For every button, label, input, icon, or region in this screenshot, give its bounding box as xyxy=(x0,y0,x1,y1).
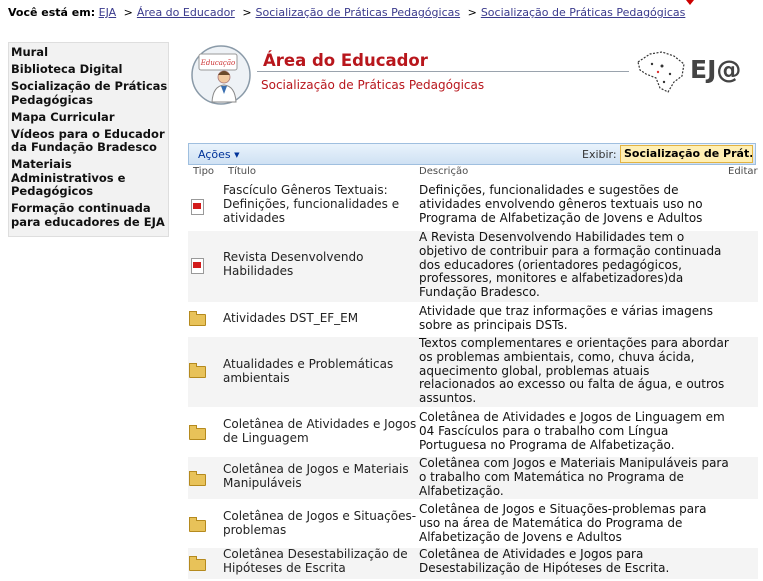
column-header-edit[interactable]: Editar xyxy=(728,166,758,177)
column-header-title[interactable]: Título xyxy=(228,166,256,177)
nav-item-socializacao[interactable]: Socialização de Práticas Pedagógicas xyxy=(11,79,168,107)
nav-item-biblioteca-digital[interactable]: Biblioteca Digital xyxy=(11,62,168,77)
row-description: Coletânea com Jogos e Materiais Manipulá… xyxy=(419,456,729,498)
column-header-description[interactable]: Descrição xyxy=(419,166,468,177)
breadcrumb-separator: > xyxy=(123,6,133,19)
nav-item-videos[interactable]: Vídeos para o Educador da Fundação Brade… xyxy=(11,127,168,155)
row-description: Textos complementares e orientações para… xyxy=(419,336,729,406)
row-description: A Revista Desenvolvendo Habilidades tem … xyxy=(419,230,722,300)
page-subtitle: Socialização de Práticas Pedagógicas xyxy=(261,78,485,92)
row-title[interactable]: Fascículo Gêneros Textuais: Definições, … xyxy=(223,183,418,225)
table-row: Atualidades e Problemáticas ambientais T… xyxy=(188,336,758,407)
row-description: Definições, funcionalidades e sugestões … xyxy=(419,183,703,225)
list-toolbar: Ações ▼ Exibir: Socialização de Prát... xyxy=(188,143,756,165)
breadcrumb-link-socializacao-list[interactable]: Socialização de Práticas Pedagógicas xyxy=(481,6,686,19)
pdf-file-icon[interactable] xyxy=(191,258,204,274)
table-row: Coletânea de Jogos e Situações-problemas… xyxy=(188,502,758,545)
nav-item-mapa-curricular[interactable]: Mapa Curricular xyxy=(11,110,168,125)
table-row: Fascículo Gêneros Textuais: Definições, … xyxy=(188,183,758,227)
nav-item-mural[interactable]: Mural xyxy=(11,45,168,60)
view-label: Exibir: xyxy=(582,148,617,161)
folder-icon[interactable] xyxy=(189,363,206,378)
view-selector[interactable]: Socialização de Prát... xyxy=(620,145,753,163)
row-title[interactable]: Coletânea de Jogos e Materiais Manipuláv… xyxy=(223,462,418,491)
table-row: Coletânea Desestabilização de Hipóteses … xyxy=(188,547,758,579)
table-row: Coletânea de Jogos e Materiais Manipuláv… xyxy=(188,456,758,499)
folder-icon[interactable] xyxy=(189,311,206,326)
eja-logo-text: EJ@ xyxy=(690,55,741,84)
breadcrumb-link-area-educador[interactable]: Área do Educador xyxy=(137,6,235,19)
row-title[interactable]: Revista Desenvolvendo Habilidades xyxy=(223,250,418,279)
nav-item-formacao[interactable]: Formação continuada para educadores de E… xyxy=(11,201,168,229)
row-title[interactable]: Coletânea de Jogos e Situações-problemas xyxy=(223,509,418,538)
row-description: Coletânea de Atividades e Jogos para Des… xyxy=(419,547,670,575)
breadcrumb-separator: > xyxy=(242,6,252,19)
page-title: Área do Educador xyxy=(263,51,428,70)
breadcrumb-link-eja[interactable]: EJA xyxy=(99,6,117,19)
table-row: Atividades DST_EF_EM Atividade que traz … xyxy=(188,304,758,333)
breadcrumb-link-socializacao[interactable]: Socialização de Práticas Pedagógicas xyxy=(256,6,461,19)
row-description: Coletânea de Atividades e Jogos de Lingu… xyxy=(419,410,725,452)
folder-icon[interactable] xyxy=(189,471,206,486)
chevron-down-icon: ▼ xyxy=(234,151,240,159)
eja-logo: EJ@ xyxy=(637,51,741,93)
actions-menu[interactable]: Ações ▼ xyxy=(198,148,240,161)
breadcrumb: Você está em: EJA > Área do Educador > Soc… xyxy=(8,6,685,19)
folder-icon[interactable] xyxy=(189,425,206,440)
row-title[interactable]: Atualidades e Problemáticas ambientais xyxy=(223,357,418,386)
educator-icon-caption: Educação xyxy=(200,59,236,67)
pdf-file-icon[interactable] xyxy=(191,199,204,215)
breadcrumb-separator: > xyxy=(467,6,477,19)
top-marker xyxy=(686,0,694,5)
breadcrumb-label: Você está em: xyxy=(8,6,96,19)
folder-icon[interactable] xyxy=(189,517,206,532)
table-row: Revista Desenvolvendo Habilidades A Revi… xyxy=(188,230,758,302)
row-description: Coletânea de Jogos e Situações-problemas… xyxy=(419,502,707,544)
row-description: Atividade que traz informações e várias … xyxy=(419,304,714,332)
left-navigation: Mural Biblioteca Digital Socialização de… xyxy=(8,42,169,237)
folder-icon[interactable] xyxy=(189,556,206,571)
row-title[interactable]: Atividades DST_EF_EM xyxy=(223,311,418,326)
actions-label: Ações xyxy=(198,148,231,161)
title-divider xyxy=(257,71,629,72)
educator-icon: Educação xyxy=(191,45,251,105)
nav-item-materiais[interactable]: Materiais Administrativos e Pedagógicos xyxy=(11,157,168,199)
column-header-type[interactable]: Tipo xyxy=(193,166,214,177)
table-row: Coletânea de Atividades e Jogos de Lingu… xyxy=(188,410,758,453)
row-title[interactable]: Coletânea Desestabilização de Hipóteses … xyxy=(223,547,418,576)
row-title[interactable]: Coletânea de Atividades e Jogos de Lingu… xyxy=(223,417,418,446)
